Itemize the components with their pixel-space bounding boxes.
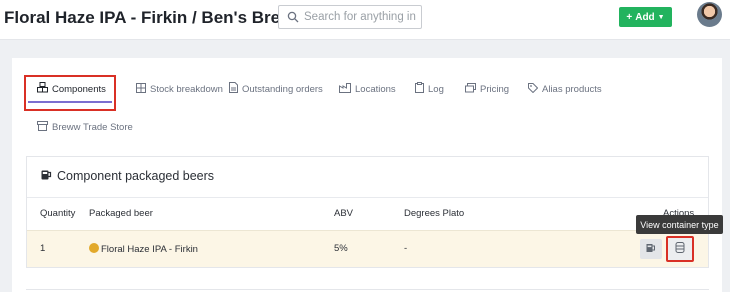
factory-icon (339, 82, 351, 96)
cell-abv: 5% (334, 243, 348, 254)
product-card: Components Stock breakdown Outstanding o… (12, 58, 722, 292)
tooltip: View container type (636, 215, 723, 234)
page-title: Floral Haze IPA - Firkin / Ben's Brewery (4, 8, 319, 27)
panel-title: Component packaged beers (41, 169, 214, 183)
cell-quantity: 1 (40, 243, 46, 254)
plus-icon: + (626, 11, 633, 23)
caret-down-icon: ▼ (657, 13, 665, 21)
tab-label: Breww Trade Store (52, 121, 133, 133)
tab-breww-trade-store[interactable]: Breww Trade Store (37, 116, 133, 138)
search-box[interactable] (278, 5, 422, 29)
tab-pricing[interactable]: Pricing (465, 78, 509, 100)
tab-stock-breakdown[interactable]: Stock breakdown (136, 78, 223, 100)
view-packaged-beer-button[interactable] (640, 239, 662, 259)
tab-outstanding-orders[interactable]: Outstanding orders (229, 78, 323, 100)
add-button[interactable]: + Add ▼ (619, 7, 672, 27)
view-container-type-button[interactable] (666, 236, 694, 262)
top-header: Floral Haze IPA - Firkin / Ben's Brewery… (0, 0, 730, 40)
pricing-icon (465, 82, 476, 96)
components-icon (37, 82, 48, 96)
divider (27, 197, 708, 198)
cell-packaged-beer[interactable]: Floral Haze IPA - Firkin (89, 243, 198, 255)
cell-degrees-plato: - (404, 243, 408, 254)
tab-label: Locations (355, 83, 396, 95)
table-row: 1 Floral Haze IPA - Firkin 5% - (27, 230, 708, 267)
clipboard-icon (415, 82, 424, 96)
tag-icon (528, 82, 539, 96)
beer-glass-icon (646, 240, 656, 258)
column-header-degrees-plato: Degrees Plato (404, 208, 465, 219)
beer-glass-icon (41, 169, 52, 183)
add-button-label: Add (635, 11, 655, 23)
barrel-icon (675, 240, 685, 258)
column-header-quantity: Quantity (40, 208, 76, 219)
tab-label: Log (428, 83, 444, 95)
component-packaged-beers-panel: Component packaged beers Quantity Packag… (26, 156, 709, 268)
panel-title-text: Component packaged beers (57, 169, 215, 183)
column-header-packaged-beer: Packaged beer (89, 208, 153, 219)
active-tab-underline (28, 101, 112, 103)
tab-locations[interactable]: Locations (339, 78, 396, 100)
tab-label: Stock breakdown (150, 83, 223, 95)
packaged-beer-link[interactable]: Floral Haze IPA - Firkin (101, 244, 198, 255)
beer-color-dot-icon (89, 243, 99, 253)
search-input[interactable] (304, 11, 416, 23)
avatar[interactable] (697, 2, 722, 27)
tab-label: Alias products (542, 83, 602, 95)
store-icon (37, 120, 48, 134)
stock-icon (136, 82, 146, 96)
tab-log[interactable]: Log (415, 78, 444, 100)
tab-label: Outstanding orders (242, 83, 323, 95)
tab-alias-products[interactable]: Alias products (528, 78, 602, 100)
tab-label: Pricing (480, 83, 510, 95)
tab-label: Components (52, 83, 106, 95)
search-icon (282, 6, 304, 28)
document-icon (229, 82, 238, 96)
tab-components[interactable]: Components (37, 78, 106, 100)
column-header-abv: ABV (334, 208, 354, 219)
